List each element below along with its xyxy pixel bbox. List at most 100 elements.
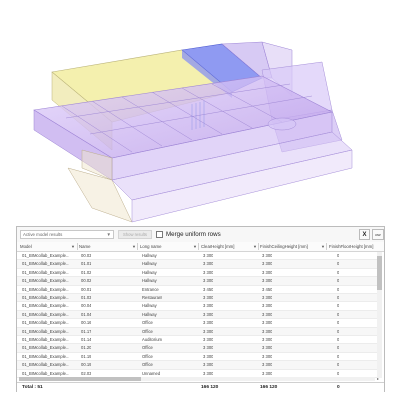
cell-finish-floor-height: 0 <box>337 253 340 258</box>
clear-height-sum: 166 120 <box>201 385 219 390</box>
cell-model: 01_BIMcollab_Example... <box>22 362 70 368</box>
merge-uniform-rows-label: Merge uniform rows <box>166 231 221 238</box>
cell-finish-ceiling-height: 3 300 <box>262 253 273 258</box>
cell-finish-floor-height: 0 <box>337 311 340 317</box>
cell-finish-floor-height: 0 <box>337 362 340 368</box>
table-row[interactable]: 01_BIMcollab_Example... 01.17 Office 3 300 3… <box>17 327 377 336</box>
cell-clear-height: 3 300 <box>203 269 214 275</box>
table-row[interactable]: 01_BIMcollab_Example... 00.03 Hallway 3 300… <box>17 252 377 261</box>
cell-finish-floor-height: 0 <box>337 278 340 284</box>
table-row[interactable]: 01_BIMcollab_Example... 00.16 Office 3 300 3… <box>17 319 377 328</box>
table-row[interactable]: 01_BIMcollab_Example... 00.04 Hallway 3 300… <box>17 302 377 311</box>
total-count: Total : 51 <box>22 385 43 390</box>
scroll-right-arrow-icon[interactable]: ▸ <box>377 376 379 381</box>
building-model-3d <box>33 41 353 223</box>
cell-long-name: Office <box>142 320 153 326</box>
column-header-long-name[interactable]: Long name ▼ <box>140 242 198 251</box>
cell-long-name: Hallway <box>142 261 157 267</box>
horizontal-scroll-thumb[interactable] <box>19 377 141 381</box>
cell-finish-floor-height: 0 <box>337 353 340 359</box>
cell-name: 01.04 <box>81 311 92 317</box>
column-header-finish-ceiling-height[interactable]: FinishCeilingHeight [mm] ▼ <box>260 242 326 251</box>
results-table-body: 01_BIMcollab_Example... 00.03 Hallway 3 300… <box>17 252 377 378</box>
cell-model: 01_BIMcollab_Example... <box>22 286 70 292</box>
cell-finish-ceiling-height: 3 300 <box>262 295 273 300</box>
cell-long-name: Office <box>142 345 153 351</box>
cell-long-name: Entrance <box>142 286 159 292</box>
filter-icon[interactable]: ▼ <box>321 242 325 251</box>
cell-finish-ceiling-height: 3 300 <box>262 303 273 309</box>
merge-uniform-rows-checkbox[interactable] <box>156 231 163 238</box>
table-header: Model ▼ Name ▼ Long name ▼ ClearHeight [mm]… <box>17 242 384 252</box>
cell-finish-ceiling-height: 3 300 <box>262 362 273 368</box>
show-results-button[interactable]: Show results <box>118 230 152 239</box>
cell-clear-height: 3 300 <box>203 362 214 368</box>
column-header-clear-height[interactable]: ClearHeight [mm] ▼ <box>201 242 258 251</box>
csv-export-button[interactable]: csv <box>372 229 384 240</box>
cell-long-name: Office <box>142 362 153 368</box>
filter-icon[interactable]: ▼ <box>253 242 257 251</box>
cell-clear-height: 3 300 <box>203 311 214 317</box>
table-footer: Total : 51 166 120 166 120 0 <box>17 382 384 393</box>
results-panel: Active model results ▼ Show results Merg… <box>16 226 385 393</box>
cell-name: 00.03 <box>81 253 92 258</box>
cell-name: 00.02 <box>81 278 92 284</box>
cell-name: 00.19 <box>81 362 92 368</box>
cell-finish-ceiling-height: 3 300 <box>262 345 273 351</box>
model-viewport[interactable] <box>0 0 400 228</box>
table-row[interactable]: 01_BIMcollab_Example... 01.19 Office 3 300 3… <box>17 353 377 362</box>
cell-long-name: Auditorium <box>142 337 163 342</box>
vertical-scrollbar[interactable] <box>377 252 382 378</box>
cell-long-name: Hallway <box>142 253 157 258</box>
table-row[interactable]: 01_BIMcollab_Example... 01.03 Restaurant 3 … <box>17 294 377 303</box>
cell-model: 01_BIMcollab_Example... <box>22 353 70 359</box>
table-row[interactable]: 01_BIMcollab_Example... 01.04 Hallway 3 300… <box>17 310 377 320</box>
finish-floor-sum: 0 <box>337 385 340 390</box>
horizontal-scrollbar[interactable] <box>19 377 375 381</box>
column-header-finish-floor-height[interactable]: FinishFloorHeight [mm] <box>329 242 379 251</box>
table-row[interactable]: 01_BIMcollab_Example... 01.20 Office 3 300 3… <box>17 344 377 353</box>
cell-finish-ceiling-height: 3 300 <box>262 337 273 342</box>
cell-model: 01_BIMcollab_Example... <box>22 337 70 342</box>
cell-finish-ceiling-height: 3 300 <box>262 269 273 275</box>
filter-icon[interactable]: ▼ <box>132 242 136 251</box>
column-header-model[interactable]: Model ▼ <box>20 242 76 251</box>
cell-model: 01_BIMcollab_Example... <box>22 311 70 317</box>
filter-icon[interactable]: ▼ <box>71 242 75 251</box>
cell-clear-height: 3 300 <box>203 345 214 351</box>
cell-finish-floor-height: 0 <box>337 320 340 326</box>
cell-finish-ceiling-height: 3 300 <box>262 328 273 334</box>
table-row[interactable]: 01_BIMcollab_Example... 00.02 Hallway 3 300… <box>17 277 377 286</box>
results-source-select[interactable]: Active model results ▼ <box>20 230 114 239</box>
cell-name: 00.16 <box>81 320 92 326</box>
cell-long-name: Hallway <box>142 269 157 275</box>
table-row[interactable]: 01_BIMcollab_Example... 01.02 Hallway 3 300… <box>17 269 377 278</box>
cell-finish-ceiling-height: 3 450 <box>262 286 273 292</box>
cell-name: 01.17 <box>81 328 92 334</box>
cell-finish-ceiling-height: 3 300 <box>262 261 273 267</box>
chevron-down-icon: ▼ <box>106 232 111 237</box>
column-header-name[interactable]: Name ▼ <box>79 242 137 251</box>
finish-ceiling-sum: 166 120 <box>260 385 278 390</box>
cell-name: 00.04 <box>81 303 92 309</box>
results-source-value: Active model results <box>23 232 63 237</box>
cell-clear-height: 3 300 <box>203 320 214 326</box>
filter-icon[interactable]: ▼ <box>193 242 197 251</box>
table-row[interactable]: 01_BIMcollab_Example... 00.19 Office 3 300 3… <box>17 361 377 370</box>
cell-model: 01_BIMcollab_Example... <box>22 253 70 258</box>
cell-model: 01_BIMcollab_Example... <box>22 345 70 351</box>
table-row[interactable]: 01_BIMcollab_Example... 00.01 Entrance 3 45… <box>17 286 377 294</box>
cell-long-name: Restaurant <box>142 295 163 300</box>
table-row[interactable]: 01_BIMcollab_Example... 01.14 Auditorium 3 … <box>17 336 377 345</box>
vertical-scroll-thumb[interactable] <box>377 256 382 290</box>
cell-long-name: Hallway <box>142 303 157 309</box>
table-row[interactable]: 01_BIMcollab_Example... 01.01 Hallway 3 300… <box>17 260 377 269</box>
cell-clear-height: 3 300 <box>203 253 214 258</box>
close-button[interactable]: X <box>359 229 370 240</box>
cell-clear-height: 3 300 <box>203 261 214 267</box>
cell-long-name: Office <box>142 328 153 334</box>
cell-name: 01.01 <box>81 261 92 267</box>
cell-name: 01.14 <box>81 337 92 342</box>
cell-finish-floor-height: 0 <box>337 261 340 267</box>
cell-finish-floor-height: 0 <box>337 269 340 275</box>
